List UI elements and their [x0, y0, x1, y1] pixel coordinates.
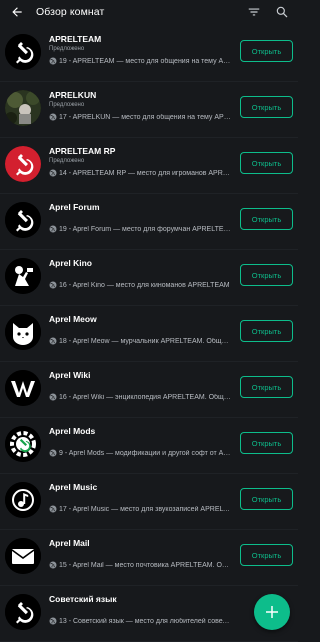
open-room-button[interactable]: Открыть [240, 152, 293, 174]
room-avatar [5, 258, 41, 294]
open-room-button[interactable]: Открыть [240, 544, 293, 566]
globe-icon [49, 449, 57, 457]
room-row[interactable]: APRELTEAM RP Предложено 14 - APRELTEAM RP … [0, 138, 298, 194]
open-room-button[interactable]: Открыть [240, 264, 293, 286]
room-name: Aprel Meow [49, 314, 97, 324]
globe-icon [49, 337, 57, 345]
room-name: Советский язык [49, 594, 117, 604]
room-name: APRELTEAM [49, 34, 102, 44]
room-name: APRELTEAM RP [49, 146, 116, 156]
room-name: APRELKUN [49, 90, 97, 100]
top-app-bar: Обзор комнат [0, 0, 298, 24]
room-row[interactable]: Aprel Mods 9 - Aprel Mods — модификации и… [0, 418, 298, 474]
room-description: 15 - Aprel Mail — место почтовика APRELT… [49, 561, 232, 569]
room-avatar [5, 594, 41, 630]
room-avatar [5, 538, 41, 574]
room-avatar [5, 146, 41, 182]
room-description: 19 - APRELTEAM — место для общения на те… [49, 57, 232, 65]
room-row[interactable]: Aprel Forum 19 - Aprel Forum — место для … [0, 194, 298, 250]
room-suggested-tag: Предложено [49, 46, 85, 52]
room-avatar [5, 90, 41, 126]
room-description: 17 - Aprel Music — место для звукозаписе… [49, 505, 232, 513]
room-description: 17 - APRELKUN — место для общения на тем… [49, 113, 232, 121]
room-description: 16 - Aprel Wiki — энциклопедия APRELTEAM… [49, 393, 232, 401]
room-row[interactable]: APRELTEAM Предложено 19 - APRELTEAM — мест… [0, 26, 298, 82]
room-description: 16 - Aprel Kino — место для киноманов AP… [49, 281, 232, 289]
open-room-button[interactable]: Открыть [240, 208, 293, 230]
room-avatar [5, 34, 41, 70]
room-avatar [5, 426, 41, 462]
globe-icon [49, 169, 57, 177]
room-row[interactable]: Aprel Music 17 - Aprel Music — место для … [0, 474, 298, 530]
globe-icon [49, 393, 57, 401]
open-room-button[interactable]: Открыть [240, 320, 293, 342]
globe-icon [49, 225, 57, 233]
room-description: 19 - Aprel Forum — место для форумчан AP… [49, 225, 232, 233]
room-avatar [5, 314, 41, 350]
filter-button[interactable] [246, 4, 262, 20]
page-title: Обзор комнат [36, 6, 105, 18]
globe-icon [49, 281, 57, 289]
room-description: 14 - APRELTEAM RP — место для игроманов … [49, 169, 232, 177]
room-row[interactable]: Aprel Kino 16 - Aprel Kino — место для ки… [0, 250, 298, 306]
search-icon [276, 6, 288, 18]
room-name: Aprel Wiki [49, 370, 91, 380]
room-description: 9 - Aprel Mods — модификации и другой со… [49, 449, 232, 457]
room-suggested-tag: Предложено [49, 158, 85, 164]
search-button[interactable] [274, 4, 290, 20]
room-avatar [5, 482, 41, 518]
arrow-left-icon [12, 7, 22, 17]
open-room-button[interactable]: Открыть [240, 40, 293, 62]
room-suggested-tag: Предложено [49, 102, 85, 108]
globe-icon [49, 617, 57, 625]
room-row[interactable]: APRELKUN Предложено 17 - APRELKUN — место … [0, 82, 298, 138]
filter-icon [248, 8, 260, 16]
open-room-button[interactable]: Открыть [240, 376, 293, 398]
room-name: Aprel Mail [49, 538, 90, 548]
back-button[interactable] [0, 0, 34, 24]
open-room-button[interactable]: Открыть [240, 488, 293, 510]
room-name: Aprel Forum [49, 202, 100, 212]
room-avatar [5, 202, 41, 238]
room-avatar [5, 370, 41, 406]
globe-icon [49, 505, 57, 513]
create-room-button[interactable] [254, 594, 290, 630]
globe-icon [49, 561, 57, 569]
globe-icon [49, 57, 57, 65]
open-room-button[interactable]: Открыть [240, 432, 293, 454]
open-room-button[interactable]: Открыть [240, 96, 293, 118]
room-name: Aprel Music [49, 482, 98, 492]
room-row[interactable]: Aprel Wiki 16 - Aprel Wiki — энциклопедия… [0, 362, 298, 418]
globe-icon [49, 113, 57, 121]
room-row[interactable]: Aprel Mail 15 - Aprel Mail — место почтов… [0, 530, 298, 586]
room-list: APRELTEAM Предложено 19 - APRELTEAM — мест… [0, 26, 298, 642]
room-description: 13 - Советский язык — место для любителе… [49, 617, 232, 625]
plus-icon [266, 606, 278, 618]
room-description: 18 - Aprel Meow — мурчальник APRELTEAM. … [49, 337, 232, 345]
room-row[interactable]: Aprel Meow 18 - Aprel Meow — мурчальник A… [0, 306, 298, 362]
room-name: Aprel Mods [49, 426, 96, 436]
room-name: Aprel Kino [49, 258, 92, 268]
